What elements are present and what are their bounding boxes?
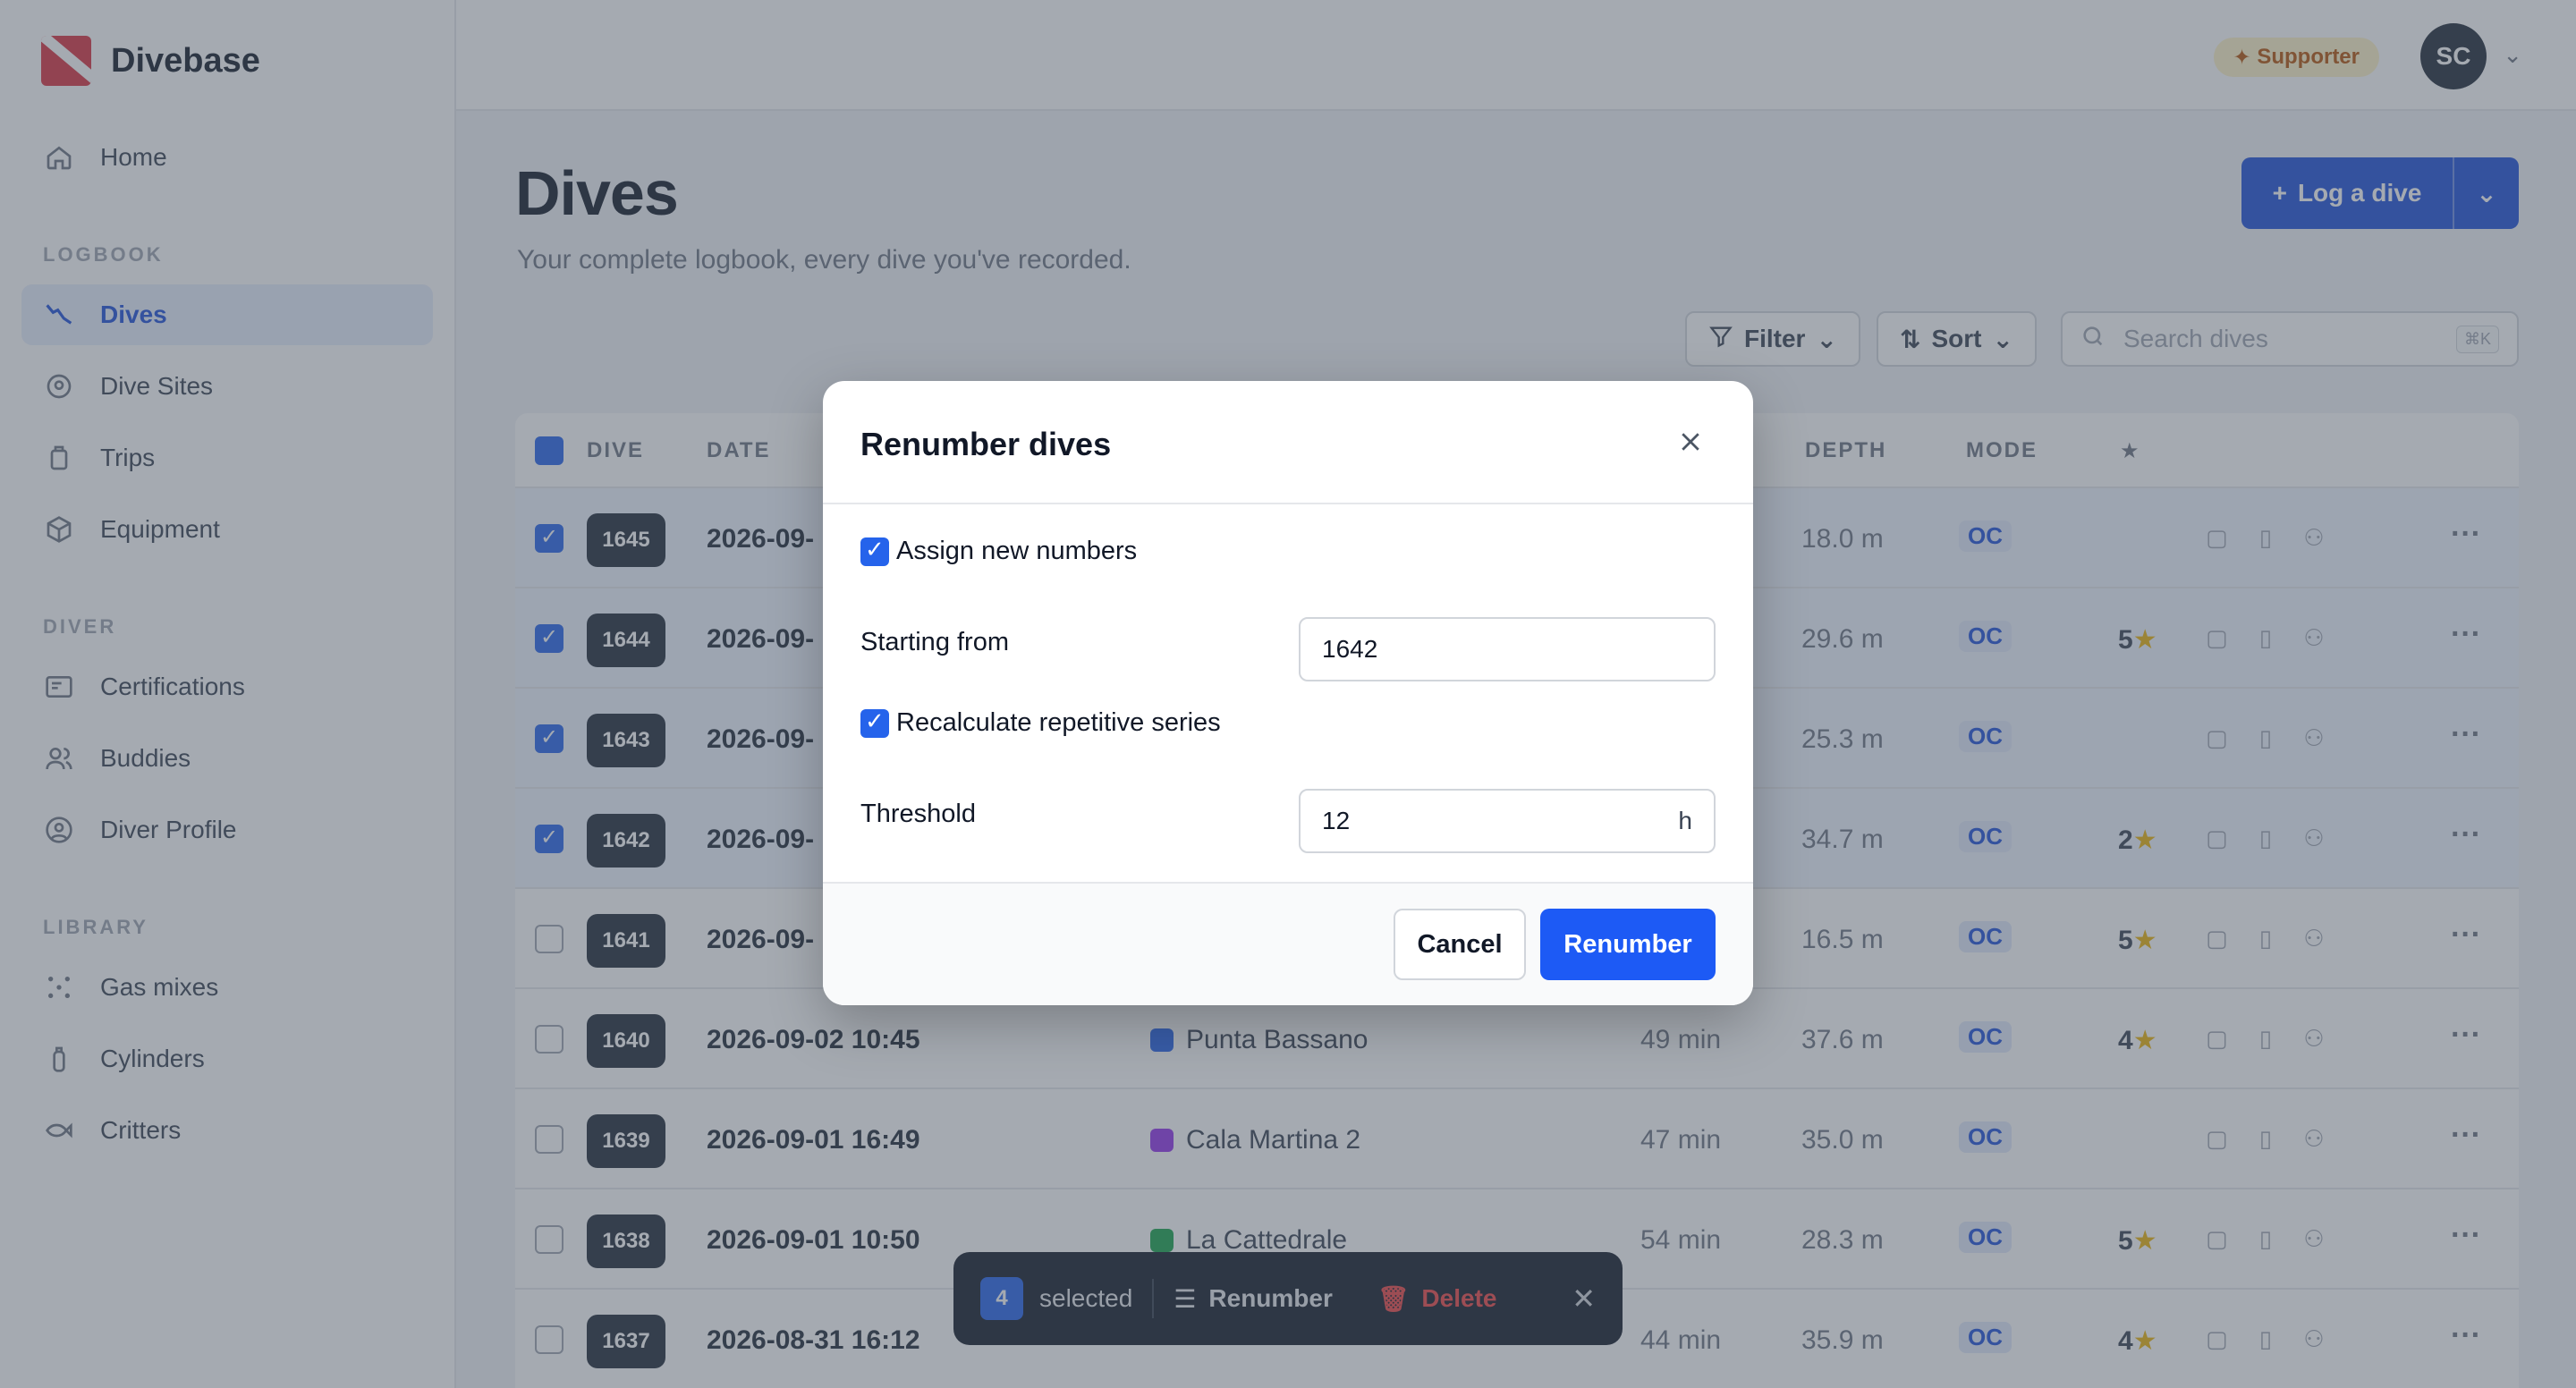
recalc-series-checkbox[interactable] [860,707,889,738]
dialog-footer: Cancel Renumber [823,882,1753,1005]
assign-numbers-checkbox[interactable] [860,536,889,566]
recalc-series-label: Recalculate repetitive series [896,708,1221,737]
close-icon[interactable] [1673,424,1708,460]
dialog-title: Renumber dives [860,426,1112,462]
threshold-unit: h [1678,807,1692,834]
threshold-value: 12 [1322,807,1351,834]
dialog-header: Renumber dives [823,381,1753,504]
starting-from-input[interactable]: 1642 [1299,617,1716,681]
renumber-button[interactable]: Renumber [1540,909,1716,980]
assign-numbers-label: Assign new numbers [896,537,1138,565]
renumber-dialog: Renumber dives Assign new numbers Starti… [823,381,1753,1005]
starting-from-value: 1642 [1322,635,1378,663]
threshold-label: Threshold [860,800,976,828]
recalc-series-row: Recalculate repetitive series [860,707,1221,738]
cancel-button[interactable]: Cancel [1394,909,1526,980]
assign-numbers-row: Assign new numbers [860,536,1138,566]
threshold-input[interactable]: 12 h [1299,789,1716,853]
starting-from-label: Starting from [860,628,1009,656]
